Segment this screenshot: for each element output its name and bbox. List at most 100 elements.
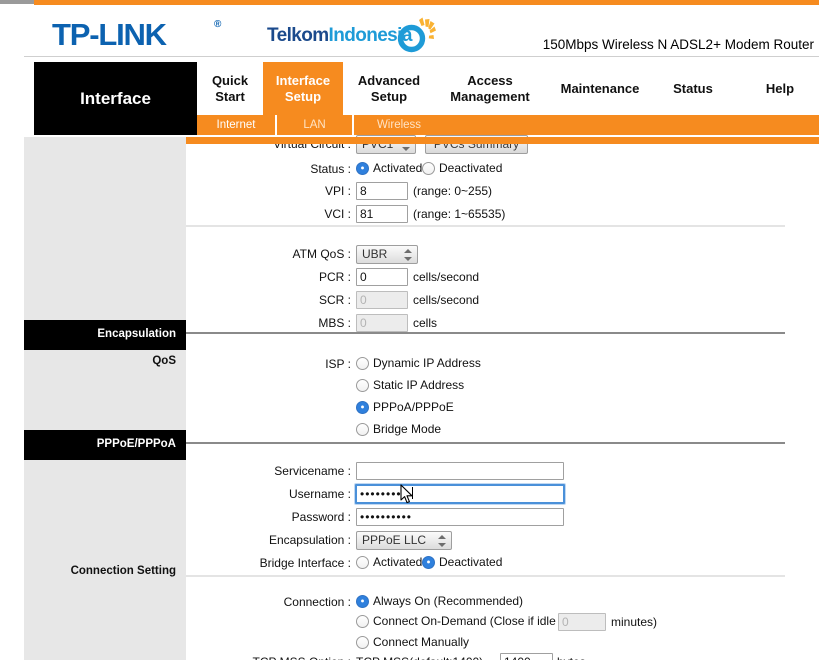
bridge-interface-deactivated-label: Deactivated — [439, 555, 502, 569]
chevron-updown-icon — [404, 247, 413, 263]
vpi-label: VPI : — [186, 184, 351, 198]
sidebar-section-pppoe-pppoa-label: PPPoE/PPPoA — [97, 438, 176, 450]
tab-quick-start-line2: Start — [212, 89, 248, 104]
bridge-interface-label: Bridge Interface : — [186, 556, 351, 570]
tab-interface-setup-line2: Setup — [276, 89, 330, 104]
tab-maintenance-label: Maintenance — [561, 81, 640, 96]
telkom-hand-sun-icon — [396, 17, 436, 53]
bridge-interface-activated-label: Activated — [373, 555, 422, 569]
encapsulation-label: Encapsulation : — [186, 533, 351, 547]
product-model-title: 150Mbps Wireless N ADSL2+ Modem Router — [514, 37, 814, 52]
idle-timeout-input[interactable]: 0 — [558, 613, 606, 631]
page-header: TP-LINK ® TelkomIndonesia 150Mbps Wirele… — [24, 5, 819, 57]
router-admin-page: TP-LINK ® TelkomIndonesia 150Mbps Wirele… — [0, 0, 819, 660]
sidebar-section-pppoe-pppoa: PPPoE/PPPoA — [24, 430, 186, 460]
tab-access-management-line1: Access — [450, 73, 529, 88]
tcp-mss-label: TCP MSS Option : — [64, 655, 351, 660]
vpi-range-hint: (range: 0~255) — [413, 184, 492, 198]
servicename-input[interactable] — [356, 462, 564, 480]
isp-pppoa-pppoe-label: PPPoA/PPPoE — [373, 400, 454, 414]
username-label: Username : — [186, 487, 351, 501]
sidebar-section-encapsulation: Encapsulation — [24, 320, 186, 350]
isp-dynamic-ip-radio[interactable] — [356, 357, 369, 370]
tab-status[interactable]: Status — [655, 62, 731, 115]
bridge-interface-activated-radio[interactable] — [356, 556, 369, 569]
section-sidebar: QoS Encapsulation PPPoE/PPPoA Connection… — [24, 137, 186, 660]
status-activated-label: Activated — [373, 161, 422, 175]
separator-pppoe — [186, 442, 785, 444]
isp-dynamic-ip-label: Dynamic IP Address — [373, 356, 481, 370]
pcr-unit: cells/second — [413, 270, 479, 284]
idle-timeout-unit: minutes) — [611, 615, 657, 629]
status-deactivated-label: Deactivated — [439, 161, 502, 175]
encapsulation-select[interactable]: PPPoE LLC — [356, 531, 452, 550]
isp-static-ip-label: Static IP Address — [373, 378, 464, 392]
subnav-overlap-mask — [186, 137, 819, 144]
connection-label: Connection : — [186, 595, 351, 609]
scr-label: SCR : — [186, 293, 351, 307]
connection-on-demand-radio[interactable] — [356, 615, 369, 628]
sidebar-section-connection-setting: Connection Setting — [71, 565, 176, 577]
connection-on-demand-label: Connect On-Demand (Close if idle for — [373, 614, 573, 628]
atm-qos-value: UBR — [362, 247, 387, 261]
mbs-label: MBS : — [186, 316, 351, 330]
tcp-mss-unit: bytes — [557, 655, 586, 660]
mouse-cursor — [400, 484, 414, 504]
vci-label: VCI : — [186, 207, 351, 221]
page-title: Interface — [34, 89, 197, 109]
password-input[interactable]: •••••••••• — [356, 508, 564, 526]
tcp-mss-prefix: TCP MSS(default:1400) — [356, 655, 483, 660]
atm-qos-label: ATM QoS : — [186, 247, 351, 261]
bridge-interface-deactivated-radio[interactable] — [422, 556, 435, 569]
subtab-wireless[interactable]: Wireless — [354, 115, 444, 135]
settings-content: Virtual Circuit : PVC1 PVCs Summary Stat… — [186, 137, 819, 660]
tab-help-label: Help — [766, 81, 794, 96]
isp-bridge-mode-label: Bridge Mode — [373, 422, 441, 436]
tab-advanced-setup[interactable]: AdvancedSetup — [343, 62, 435, 115]
registered-mark-icon: ® — [214, 19, 221, 30]
pcr-input[interactable]: 0 — [356, 268, 408, 286]
subtab-internet[interactable]: Internet — [197, 115, 275, 135]
atm-qos-select[interactable]: UBR — [356, 245, 418, 264]
connect-manually-radio[interactable] — [356, 636, 369, 649]
connect-manually-label: Connect Manually — [373, 635, 469, 649]
scr-input[interactable]: 0 — [356, 291, 408, 309]
telkom-word: Telkom — [267, 25, 329, 46]
isp-static-ip-radio[interactable] — [356, 379, 369, 392]
subtab-lan[interactable]: LAN — [277, 115, 352, 135]
sub-navigation: Internet LAN Wireless — [197, 115, 819, 135]
tab-maintenance[interactable]: Maintenance — [545, 62, 655, 115]
status-activated-radio[interactable] — [356, 162, 369, 175]
isp-bridge-mode-radio[interactable] — [356, 423, 369, 436]
tab-help[interactable]: Help — [745, 62, 815, 115]
connection-always-on-radio[interactable] — [356, 595, 369, 608]
vpi-input[interactable]: 8 — [356, 182, 408, 200]
isp-label: ISP : — [186, 357, 351, 371]
top-grey-strip — [0, 0, 34, 4]
tab-quick-start[interactable]: QuickStart — [197, 62, 263, 115]
separator-connection — [186, 575, 785, 577]
vci-range-hint: (range: 1~65535) — [413, 207, 505, 221]
status-deactivated-radio[interactable] — [422, 162, 435, 175]
tab-access-management[interactable]: AccessManagement — [435, 62, 545, 115]
connection-always-on-label: Always On (Recommended) — [373, 594, 523, 608]
tab-interface-setup-line1: Interface — [276, 73, 330, 88]
vci-input[interactable]: 81 — [356, 205, 408, 223]
tab-bar: QuickStart InterfaceSetup AdvancedSetup … — [197, 62, 819, 115]
isp-pppoa-pppoe-radio[interactable] — [356, 401, 369, 414]
status-label: Status : — [186, 162, 351, 176]
chevron-updown-icon — [438, 533, 447, 549]
tab-interface-setup[interactable]: InterfaceSetup — [263, 62, 343, 115]
username-input[interactable]: ••••••••• — [355, 484, 565, 504]
sidebar-section-encapsulation-label: Encapsulation — [97, 328, 176, 340]
section-title-box: Interface — [34, 62, 197, 135]
left-gutter — [0, 0, 24, 660]
tab-quick-start-line1: Quick — [212, 73, 248, 88]
pcr-label: PCR : — [186, 270, 351, 284]
mbs-input[interactable]: 0 — [356, 314, 408, 332]
mbs-unit: cells — [413, 316, 437, 330]
header-divider — [24, 56, 819, 57]
tcp-mss-input[interactable]: 1400 — [500, 653, 553, 660]
separator-encapsulation — [186, 332, 785, 334]
password-label: Password : — [186, 510, 351, 524]
